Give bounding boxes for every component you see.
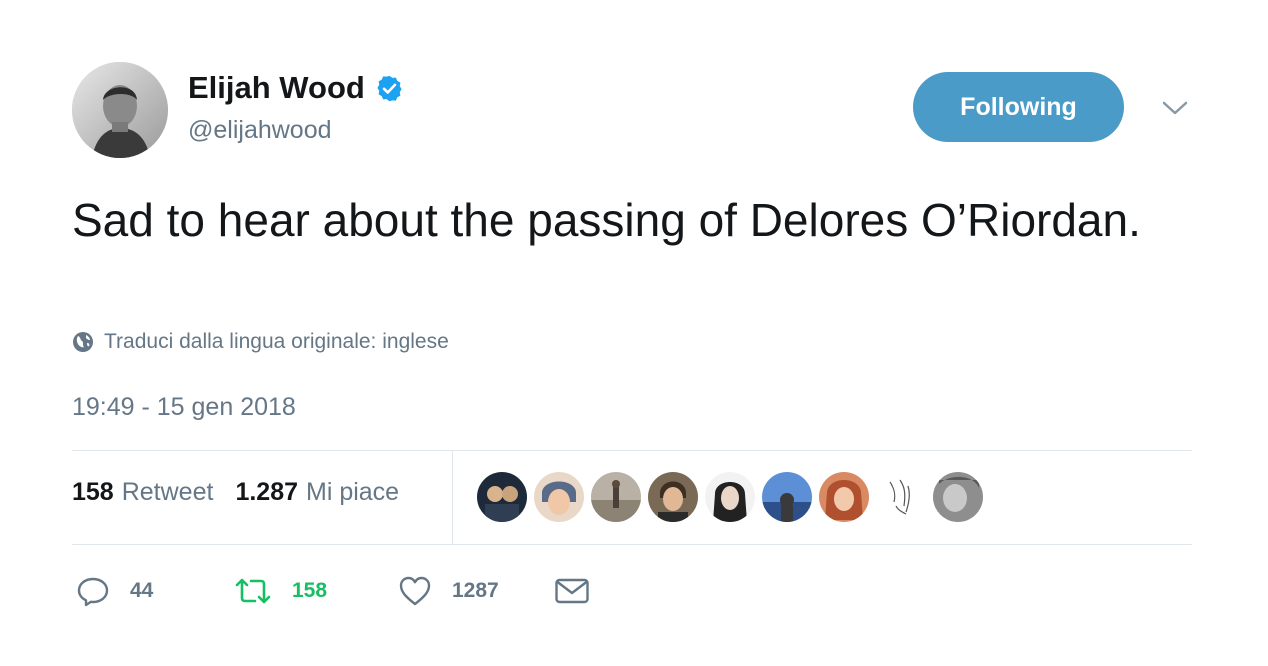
- envelope-icon: [554, 576, 590, 606]
- liker-avatar[interactable]: [933, 472, 983, 522]
- likes-count: 1.287: [235, 478, 298, 506]
- user-name-row: Elijah Wood: [188, 68, 404, 108]
- direct-message-button[interactable]: [554, 572, 590, 610]
- globe-icon: [72, 331, 94, 353]
- tweet-stats: 158 Retweet 1.287 Mi piace: [72, 478, 399, 507]
- liker-avatar[interactable]: [591, 472, 641, 522]
- retweet-button[interactable]: 158: [234, 572, 327, 610]
- retweet-icon: [234, 574, 272, 608]
- liker-avatar[interactable]: [819, 472, 869, 522]
- user-handle[interactable]: @elijahwood: [188, 114, 332, 146]
- liker-avatar[interactable]: [534, 472, 584, 522]
- user-name[interactable]: Elijah Wood: [188, 68, 365, 108]
- divider-bottom: [72, 544, 1192, 545]
- like-count: 1287: [452, 579, 499, 602]
- liker-avatar[interactable]: [762, 472, 812, 522]
- reply-count: 44: [130, 579, 154, 602]
- tweet-timestamp[interactable]: 19:49 - 15 gen 2018: [72, 390, 296, 424]
- reply-icon: [76, 574, 110, 608]
- liker-avatar[interactable]: [477, 472, 527, 522]
- liker-avatars: [477, 472, 990, 524]
- retweets-stat[interactable]: 158 Retweet: [72, 478, 213, 507]
- verified-badge-icon: [375, 74, 404, 103]
- like-button[interactable]: 1287: [398, 572, 499, 610]
- likes-stat[interactable]: 1.287 Mi piace: [235, 478, 399, 507]
- translate-label: Traduci dalla lingua originale: inglese: [104, 330, 449, 353]
- reply-button[interactable]: 44: [76, 572, 153, 610]
- divider-top: [72, 450, 1192, 451]
- liker-avatar[interactable]: [648, 472, 698, 522]
- stats-divider: [452, 451, 453, 544]
- likes-label: Mi piace: [306, 478, 400, 506]
- retweet-count: 158: [292, 579, 328, 602]
- translate-link[interactable]: Traduci dalla lingua originale: inglese: [72, 330, 449, 354]
- profile-avatar[interactable]: [72, 62, 168, 158]
- chevron-down-icon[interactable]: [1160, 96, 1190, 120]
- liker-avatar[interactable]: [705, 472, 755, 522]
- retweets-count: 158: [72, 478, 114, 506]
- liker-avatar[interactable]: [876, 472, 926, 522]
- retweets-label: Retweet: [121, 478, 214, 506]
- heart-icon: [398, 574, 432, 608]
- tweet-text: Sad to hear about the passing of Delores…: [72, 194, 1141, 246]
- following-button[interactable]: Following: [913, 72, 1124, 142]
